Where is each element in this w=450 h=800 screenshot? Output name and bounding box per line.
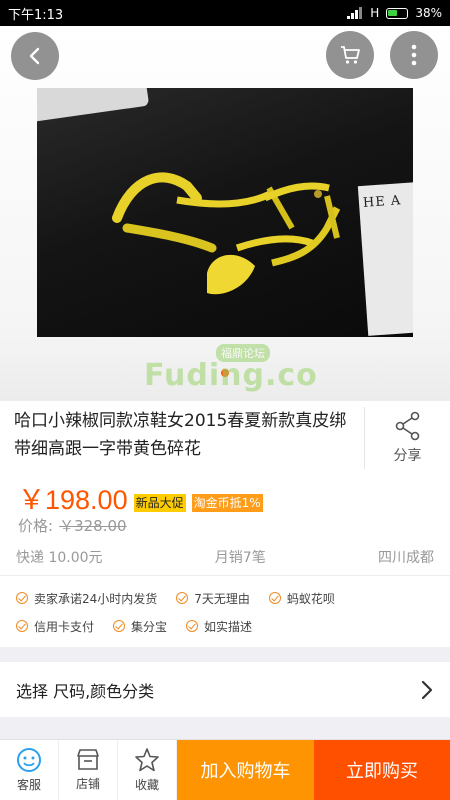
guarantee-label: 蚂蚁花呗 bbox=[286, 591, 335, 606]
promo-tag: 新品大促 bbox=[133, 494, 186, 512]
guarantee-label: 信用卡支付 bbox=[34, 619, 95, 634]
coin-tag: 淘金币抵1% bbox=[191, 494, 263, 512]
sku-selector[interactable]: 选择 尺码,颜色分类 bbox=[0, 662, 450, 717]
check-circle-icon bbox=[186, 620, 199, 632]
ship-location: 四川成都 bbox=[377, 550, 434, 566]
star-icon bbox=[135, 748, 159, 772]
chevron-right-icon bbox=[421, 680, 433, 699]
shop-label: 店铺 bbox=[75, 777, 100, 791]
bottom-action-bar: 客服 店铺 收藏 加入购物车 立即购买 bbox=[0, 739, 450, 800]
battery-percent: 38% bbox=[415, 6, 442, 20]
shipping-row: 快递 10.00元 月销7笔 四川成都 bbox=[0, 547, 450, 567]
status-time: 下午1:13 bbox=[8, 7, 64, 23]
cart-button[interactable] bbox=[326, 31, 374, 79]
share-button[interactable]: 分享 bbox=[364, 407, 450, 469]
guarantee-label: 如实描述 bbox=[204, 619, 253, 634]
back-button[interactable] bbox=[11, 32, 59, 80]
watermark-main: Fuding.co bbox=[144, 358, 318, 393]
guarantee-item: 集分宝 bbox=[113, 618, 167, 635]
check-circle-icon bbox=[176, 592, 189, 604]
shopping-cart-icon bbox=[341, 46, 360, 64]
watermark: 福鼎论坛 Fuding.co bbox=[136, 342, 336, 393]
guarantee-label: 集分宝 bbox=[131, 619, 168, 634]
shop-button[interactable]: 店铺 bbox=[59, 740, 118, 800]
product-title: 哈口小辣椒同款凉鞋女2015春夏新款真皮绑带细高跟一字带黄色碎花 bbox=[14, 411, 347, 459]
status-indicators: H 38% bbox=[347, 6, 442, 20]
battery-icon bbox=[386, 7, 409, 19]
check-circle-icon bbox=[16, 620, 28, 632]
share-label: 分享 bbox=[393, 448, 422, 464]
service-label: 客服 bbox=[16, 778, 41, 792]
more-vertical-icon bbox=[411, 44, 417, 66]
guarantee-item: 蚂蚁花呗 bbox=[268, 590, 335, 607]
customer-service-icon bbox=[17, 748, 41, 772]
sandal-illustration bbox=[112, 172, 341, 295]
check-circle-icon bbox=[16, 592, 28, 604]
signal-icon bbox=[347, 7, 363, 19]
shop-icon bbox=[77, 749, 99, 770]
guarantee-item: 7天无理由 bbox=[176, 590, 250, 607]
favorite-button[interactable]: 收藏 bbox=[118, 740, 177, 800]
guarantee-item: 信用卡支付 bbox=[16, 618, 94, 635]
product-info: 哈口小辣椒同款凉鞋女2015春夏新款真皮绑带细高跟一字带黄色碎花 分享 ￥198… bbox=[0, 401, 450, 647]
status-bar: 下午1:13 H 38% bbox=[0, 0, 450, 26]
product-photo[interactable]: HE A bbox=[37, 88, 413, 337]
monthly-sales: 月销7笔 bbox=[214, 550, 266, 566]
current-price: ￥198.00 bbox=[18, 485, 128, 515]
guarantee-label: 7天无理由 bbox=[194, 591, 250, 606]
price-row: ￥198.00 新品大促 淘金币抵1% bbox=[18, 478, 263, 517]
favorite-label: 收藏 bbox=[134, 778, 159, 792]
original-price-label: 价格: bbox=[18, 517, 54, 535]
original-price: ￥328.00 bbox=[59, 517, 127, 535]
guarantee-row: 卖家承诺24小时内发货 7天无理由 蚂蚁花呗 bbox=[16, 584, 434, 612]
shipping-fee: 快递 10.00元 bbox=[16, 550, 103, 566]
more-button[interactable] bbox=[390, 31, 438, 79]
add-to-cart-button[interactable]: 加入购物车 bbox=[177, 740, 314, 800]
guarantee-list[interactable]: 卖家承诺24小时内发货 7天无理由 蚂蚁花呗 信用卡支付 集分宝 如实描述 bbox=[0, 575, 450, 647]
check-circle-icon bbox=[113, 620, 126, 632]
buy-now-button[interactable]: 立即购买 bbox=[314, 740, 450, 800]
original-price-row: 价格: ￥328.00 bbox=[18, 515, 127, 536]
share-icon bbox=[395, 411, 419, 441]
sku-label: 选择 尺码,颜色分类 bbox=[16, 681, 155, 701]
chevron-left-icon bbox=[29, 47, 40, 65]
guarantee-row: 信用卡支付 集分宝 如实描述 bbox=[16, 612, 434, 640]
guarantee-label: 卖家承诺24小时内发货 bbox=[34, 591, 158, 606]
guarantee-item: 如实描述 bbox=[186, 618, 252, 635]
guarantee-item: 卖家承诺24小时内发货 bbox=[16, 590, 157, 607]
check-circle-icon bbox=[268, 592, 281, 604]
network-type: H bbox=[370, 6, 380, 20]
customer-service-button[interactable]: 客服 bbox=[0, 740, 59, 800]
